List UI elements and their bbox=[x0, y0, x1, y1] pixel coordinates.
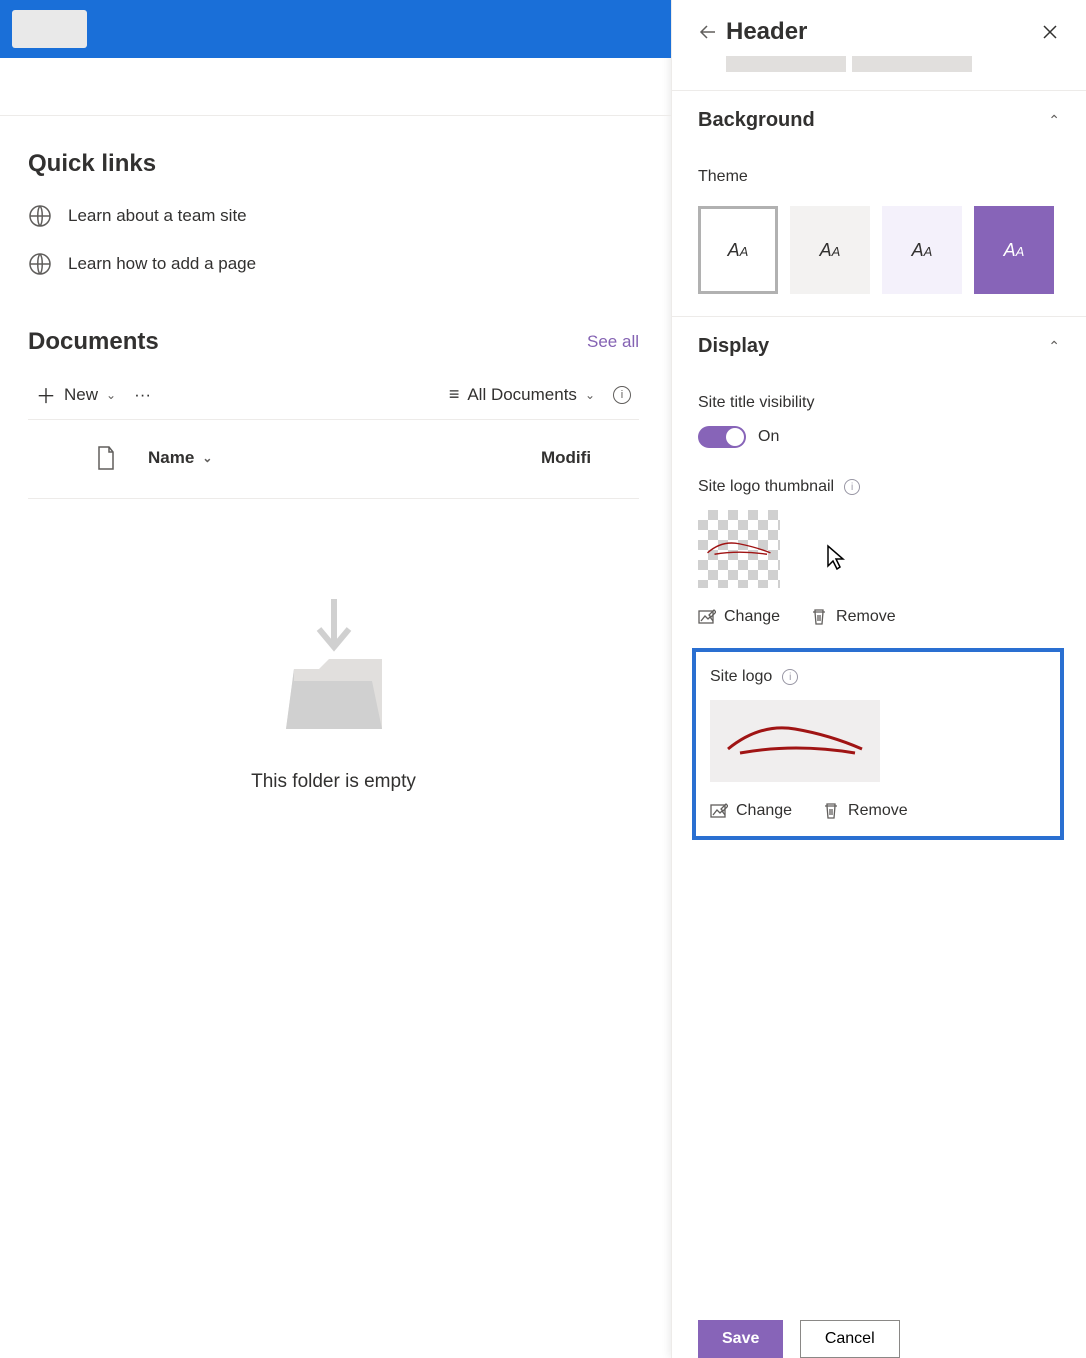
chevron-up-icon: ⌃ bbox=[1048, 338, 1060, 355]
site-title-visibility-label: Site title visibility bbox=[698, 394, 1060, 412]
cursor-icon bbox=[826, 544, 846, 570]
theme-option-white[interactable]: AA bbox=[698, 206, 778, 294]
empty-folder: This folder is empty bbox=[28, 499, 639, 793]
chevron-down-icon: ⌄ bbox=[585, 388, 595, 402]
app-header bbox=[0, 0, 671, 58]
toggle-state: On bbox=[758, 428, 779, 446]
more-icon: ··· bbox=[134, 385, 151, 405]
info-icon[interactable]: i bbox=[613, 386, 631, 404]
close-icon bbox=[1042, 24, 1058, 40]
background-section-title: Background bbox=[698, 109, 815, 132]
car-logo-icon bbox=[704, 539, 774, 559]
car-logo-icon bbox=[720, 721, 870, 761]
globe-icon bbox=[28, 252, 52, 276]
display-section-title: Display bbox=[698, 335, 769, 358]
site-logo-highlight: Site logo i bbox=[692, 648, 1064, 840]
panel-subheader-placeholder bbox=[672, 46, 1086, 90]
site-logo-preview bbox=[710, 700, 880, 782]
remove-label: Remove bbox=[836, 608, 896, 626]
quick-link-label: Learn about a team site bbox=[68, 206, 247, 226]
trash-icon bbox=[810, 608, 828, 626]
info-icon[interactable]: i bbox=[844, 479, 860, 495]
more-button[interactable]: ··· bbox=[134, 385, 151, 405]
cancel-button[interactable]: Cancel bbox=[800, 1320, 900, 1358]
logo-change-button[interactable]: Change bbox=[710, 802, 792, 820]
site-title-toggle[interactable] bbox=[698, 426, 746, 448]
new-button[interactable]: ＋ New ⌄ bbox=[36, 380, 116, 409]
back-button[interactable] bbox=[694, 18, 722, 46]
new-label: New bbox=[64, 385, 98, 405]
image-edit-icon bbox=[710, 802, 728, 820]
change-label: Change bbox=[724, 608, 780, 626]
documents-title: Documents bbox=[28, 328, 159, 356]
file-icon[interactable] bbox=[96, 446, 116, 470]
chevron-down-icon: ⌄ bbox=[106, 388, 116, 402]
command-bar bbox=[0, 58, 671, 116]
chevron-up-icon: ⌃ bbox=[1048, 112, 1060, 129]
close-button[interactable] bbox=[1036, 18, 1064, 46]
change-label: Change bbox=[736, 802, 792, 820]
site-logo-thumbnail-preview bbox=[698, 510, 780, 588]
view-switcher[interactable]: ≡ All Documents ⌄ bbox=[449, 384, 595, 405]
site-logo-label: Site logo bbox=[710, 668, 772, 686]
theme-option-soft[interactable]: AA bbox=[882, 206, 962, 294]
background-section-toggle[interactable]: Background ⌃ bbox=[698, 109, 1060, 132]
quick-link-item[interactable]: Learn about a team site bbox=[28, 204, 639, 228]
globe-icon bbox=[28, 204, 52, 228]
quick-link-label: Learn how to add a page bbox=[68, 254, 256, 274]
thumbnail-change-button[interactable]: Change bbox=[698, 608, 780, 626]
theme-option-neutral[interactable]: AA bbox=[790, 206, 870, 294]
header-settings-panel: Header Background ⌃ Theme AA bbox=[671, 0, 1086, 1358]
chevron-down-icon: ⌄ bbox=[202, 451, 212, 465]
search-placeholder-box[interactable] bbox=[12, 10, 87, 48]
display-section-toggle[interactable]: Display ⌃ bbox=[698, 335, 1060, 358]
list-icon: ≡ bbox=[449, 384, 460, 405]
theme-label: Theme bbox=[698, 168, 1060, 186]
column-name[interactable]: Name ⌄ bbox=[148, 448, 541, 468]
logo-remove-button[interactable]: Remove bbox=[822, 802, 908, 820]
image-edit-icon bbox=[698, 608, 716, 626]
arrow-left-icon bbox=[699, 23, 717, 41]
column-modified[interactable]: Modifi bbox=[541, 448, 631, 468]
document-columns-header: Name ⌄ Modifi bbox=[28, 420, 639, 499]
remove-label: Remove bbox=[848, 802, 908, 820]
info-icon[interactable]: i bbox=[782, 669, 798, 685]
see-all-link[interactable]: See all bbox=[587, 332, 639, 352]
thumbnail-remove-button[interactable]: Remove bbox=[810, 608, 896, 626]
plus-icon: ＋ bbox=[36, 380, 56, 409]
quick-link-item[interactable]: Learn how to add a page bbox=[28, 252, 639, 276]
panel-title: Header bbox=[726, 18, 1036, 46]
trash-icon bbox=[822, 802, 840, 820]
save-button[interactable]: Save bbox=[698, 1320, 783, 1358]
site-logo-thumbnail-label: Site logo thumbnail bbox=[698, 478, 834, 496]
empty-text: This folder is empty bbox=[251, 771, 416, 793]
theme-option-strong[interactable]: AA bbox=[974, 206, 1054, 294]
view-label: All Documents bbox=[467, 385, 577, 405]
quick-links-title: Quick links bbox=[28, 150, 639, 178]
empty-folder-icon bbox=[264, 589, 404, 749]
